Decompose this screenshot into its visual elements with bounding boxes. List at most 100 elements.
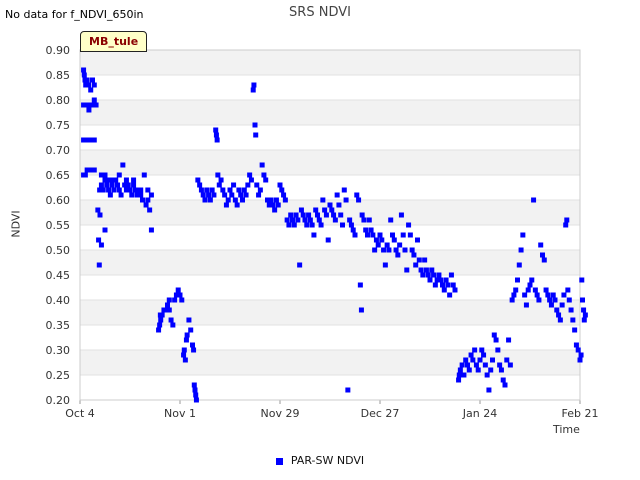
data-point [475, 367, 481, 373]
data-point [90, 102, 95, 108]
x-tick-label: Jan 24 [462, 407, 497, 420]
y-tick-label: 0.60 [46, 194, 71, 207]
data-point [534, 292, 540, 298]
data-point [175, 287, 181, 293]
data-point [448, 272, 454, 278]
data-point [298, 207, 304, 213]
data-point [313, 207, 319, 213]
legend-swatch [275, 457, 283, 465]
data-point [100, 187, 106, 193]
data-point [438, 277, 444, 283]
data-point [186, 317, 192, 323]
data-point [193, 392, 199, 398]
y-tick-label: 0.20 [46, 394, 71, 407]
data-point [331, 212, 337, 218]
data-point [459, 362, 465, 368]
legend: PAR-SW NDVI [0, 454, 640, 467]
data-point [515, 277, 520, 283]
data-point [373, 237, 379, 243]
data-point [90, 77, 95, 83]
data-point [277, 182, 283, 188]
data-point [504, 357, 510, 363]
data-point [359, 212, 365, 218]
data-point [231, 182, 237, 188]
data-point [206, 192, 212, 198]
data-point [468, 352, 474, 358]
data-point [96, 262, 102, 268]
data-point [327, 202, 333, 208]
data-point [384, 242, 390, 248]
data-point [463, 357, 469, 363]
data-point [183, 337, 189, 343]
x-tick-label: Oct 4 [65, 407, 95, 420]
data-point [81, 72, 87, 78]
data-point [240, 197, 245, 203]
data-point [379, 237, 385, 243]
data-point [578, 352, 584, 358]
data-point [320, 197, 326, 203]
data-point [554, 307, 560, 313]
data-point [207, 197, 213, 203]
data-point [531, 197, 537, 203]
data-point [556, 312, 562, 318]
data-point [561, 292, 567, 298]
data-point [563, 222, 569, 228]
y-tick-label: 0.65 [46, 169, 71, 182]
data-point [443, 277, 449, 283]
data-point [358, 307, 364, 313]
data-point [107, 192, 113, 198]
data-point [91, 137, 97, 143]
grid-band [80, 250, 580, 275]
data-point [234, 202, 240, 208]
data-point [341, 187, 347, 193]
y-tick-label: 0.70 [46, 144, 71, 157]
data-point [88, 87, 94, 93]
data-point [190, 342, 195, 348]
data-point [166, 297, 172, 303]
data-point [197, 182, 203, 188]
data-point [348, 222, 354, 228]
y-tick-label: 0.30 [46, 344, 71, 357]
data-point [147, 207, 153, 213]
x-tick-label: Dec 27 [361, 407, 400, 420]
data-point [229, 192, 235, 198]
data-point [479, 347, 485, 353]
data-point [238, 192, 244, 198]
data-point [513, 287, 519, 293]
data-point [532, 287, 538, 293]
data-point [131, 182, 137, 188]
data-point [275, 202, 281, 208]
data-point [291, 222, 297, 228]
y-tick-label: 0.80 [46, 94, 71, 107]
data-point [429, 267, 435, 273]
data-point [198, 187, 204, 193]
data-point [91, 167, 97, 173]
data-point [529, 277, 535, 283]
data-point [425, 272, 431, 278]
data-point [195, 177, 201, 183]
data-point [447, 292, 453, 298]
y-tick-label: 0.90 [46, 44, 71, 57]
data-point [381, 247, 387, 253]
data-point [165, 302, 170, 308]
data-point [179, 297, 185, 303]
data-point [391, 237, 397, 243]
data-point [323, 212, 329, 218]
data-point [332, 217, 338, 223]
data-point [422, 257, 428, 263]
data-point [506, 337, 512, 343]
data-point [191, 382, 197, 388]
data-point [441, 287, 447, 293]
data-point [140, 197, 145, 203]
data-point [315, 212, 320, 218]
data-point [564, 217, 570, 223]
data-point [157, 312, 163, 318]
data-point [129, 192, 135, 198]
data-point [343, 197, 349, 203]
data-point [490, 357, 495, 363]
data-point [543, 287, 549, 293]
legend-label: PAR-SW NDVI [290, 454, 365, 467]
data-point [86, 82, 92, 88]
data-point [427, 277, 433, 283]
data-point [84, 77, 90, 83]
